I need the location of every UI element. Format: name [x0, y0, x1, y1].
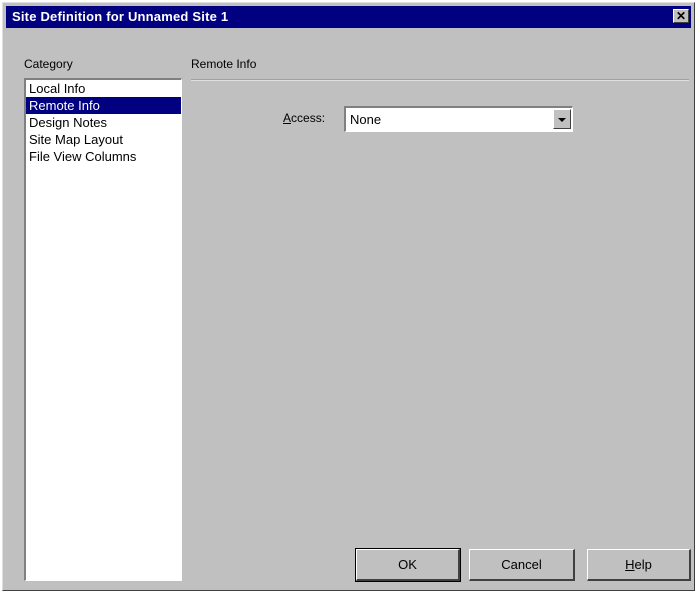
category-item-remote-info[interactable]: Remote Info — [26, 97, 181, 114]
panel-divider — [191, 79, 689, 81]
category-item-site-map-layout[interactable]: Site Map Layout — [26, 131, 181, 148]
dropdown-arrow-button[interactable] — [553, 109, 571, 129]
category-list[interactable]: Local Info Remote Info Design Notes Site… — [24, 78, 182, 581]
site-definition-dialog: Site Definition for Unnamed Site 1 ✕ Cat… — [2, 2, 695, 591]
category-item-local-info[interactable]: Local Info — [26, 80, 181, 97]
category-item-file-view-columns[interactable]: File View Columns — [26, 148, 181, 165]
window-title: Site Definition for Unnamed Site 1 — [12, 9, 229, 24]
help-button-label: elp — [634, 557, 652, 572]
access-label-text: ccess: — [291, 111, 326, 125]
chevron-down-icon — [558, 118, 566, 122]
access-label: Access: — [283, 111, 325, 125]
help-button[interactable]: Help — [587, 549, 691, 581]
ok-button[interactable]: OK — [355, 548, 461, 582]
title-bar[interactable]: Site Definition for Unnamed Site 1 ✕ — [6, 6, 691, 28]
close-icon[interactable]: ✕ — [673, 9, 689, 23]
category-label: Category — [24, 57, 73, 71]
help-mnemonic: H — [625, 557, 635, 572]
access-select-value: None — [350, 112, 382, 127]
cancel-button[interactable]: Cancel — [469, 549, 575, 581]
access-mnemonic: A — [283, 111, 292, 125]
category-item-design-notes[interactable]: Design Notes — [26, 114, 181, 131]
access-select[interactable]: None — [344, 106, 573, 132]
panel-title: Remote Info — [191, 57, 257, 71]
